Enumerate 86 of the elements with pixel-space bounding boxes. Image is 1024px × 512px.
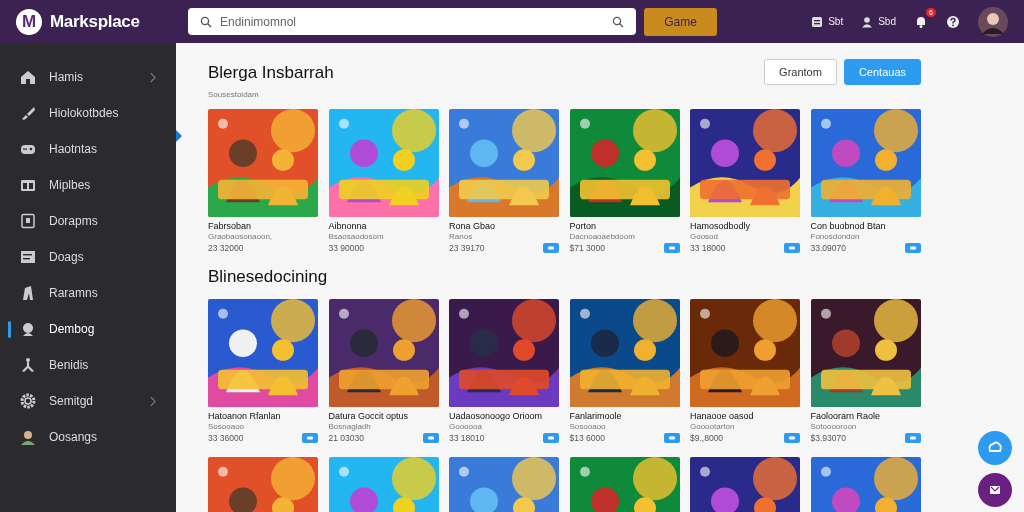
price: 33 36000 [208,433,244,443]
avatar-icon[interactable] [978,6,1008,37]
section-title: Blerga Insbarrah [208,63,334,83]
sidebar-item[interactable]: Raramns [0,275,176,311]
cart-button-icon[interactable] [543,243,559,253]
brand-name: Marksplace [50,11,140,32]
card-subtitle: Dacnoaoaebdoom [569,232,636,241]
price: $71 3000 [569,243,605,253]
cart-button-icon[interactable] [784,433,800,443]
bust-icon [20,321,36,337]
price: 33.09070 [810,243,846,253]
cart-button-icon[interactable] [663,433,680,443]
nav-link[interactable]: Sbd [861,15,896,28]
user-icon [861,15,874,28]
logo[interactable]: M [16,8,42,35]
sidebar-item[interactable]: Hamis [0,59,176,95]
cart-button-icon[interactable] [302,433,318,443]
price: 33 90000 [328,243,364,253]
price: $13 6000 [569,433,605,443]
message-button-icon[interactable] [978,473,1012,507]
price: 21 03030 [328,433,364,443]
sidebar-item[interactable]: Miplbes [0,167,176,203]
card-subtitle: Bsaosaodosom [328,232,385,241]
search-button[interactable]: Game [644,7,717,36]
sidebar-item[interactable]: Haotntas [0,131,176,167]
sidebar-item[interactable]: Semitgd [0,383,176,419]
card-subtitle: Goosod [690,232,720,241]
figure-icon [20,285,36,301]
home-icon [20,69,36,85]
price: $9.,8000 [690,433,724,443]
cart-button-icon[interactable] [663,243,680,253]
card-title: Hamosodbodly [690,221,752,231]
header-button[interactable]: Grantom [764,59,837,85]
sidebar-item[interactable]: Doags [0,239,176,275]
sidebar-item[interactable]: Dembog [0,311,176,347]
price: 33 18000 [690,243,726,253]
list-icon [20,249,36,265]
section-subtitle: Sousestoidam [208,90,260,99]
price: 23 39170 [449,243,485,253]
card-title: Hanaooe oasod [690,411,755,421]
search-icon [200,15,212,28]
cart-button-icon[interactable] [904,433,921,443]
brush-icon [20,105,36,121]
help-icon[interactable] [946,14,960,29]
section-title: Blinesedocining [208,267,328,287]
card-subtitle: Sosooaoo [569,422,607,431]
card-subtitle: Graobaosonaoon, [208,232,274,241]
card-subtitle: Bosnagladh [328,422,372,431]
price: $3.93070 [810,433,846,443]
card-subtitle: Sotooooroon [810,422,858,431]
card-subtitle: Ranos [449,232,474,241]
card-subtitle: Fonosdondon [810,232,861,241]
card-title: Uadaosonoogo Orioom [449,411,544,421]
search-icon[interactable] [612,15,624,28]
gear-icon [20,393,36,409]
chat-button-icon[interactable] [978,431,1012,465]
sidebar-item[interactable]: Oosangs [0,419,176,455]
cart-button-icon[interactable] [904,243,921,253]
cart-button-icon[interactable] [784,243,800,253]
avatar-icon [20,429,36,445]
sidebar-item[interactable]: Hiolokotbdes [0,95,176,131]
card-subtitle: Gooootarton [690,422,736,431]
cart-button-icon[interactable] [422,433,439,443]
doc-icon [20,213,36,229]
card-subtitle: Goooooa [449,422,483,431]
price: 23 32000 [208,243,244,253]
search-field[interactable]: Endinimomnol [188,8,636,35]
card-title: Porton [569,221,598,231]
card-title: Con buobnod Btan [810,221,887,231]
price: 33 18010 [449,433,485,443]
person-icon [20,357,36,373]
list-icon [811,15,824,28]
card-title: Faoloorarn Raole [810,411,882,421]
card-title: Rona Gbao [449,221,497,231]
bell-icon[interactable] [914,14,928,29]
cart-button-icon[interactable] [543,433,559,443]
nav-link[interactable]: Sbt [811,15,844,28]
card-subtitle: Sosooaoo [208,422,246,431]
card-icon [20,177,36,193]
card-title: Datura Goccit optus [328,411,410,421]
sidebar-item[interactable]: Benidis [0,347,176,383]
card-title: Aibnonna [328,221,368,231]
card-title: Fanlarimoole [569,411,623,421]
card-title: Fabrsoban [208,221,253,231]
sidebar-item[interactable]: Dorapms [0,203,176,239]
card-title: Hatoanon Rfanlan [208,411,282,421]
